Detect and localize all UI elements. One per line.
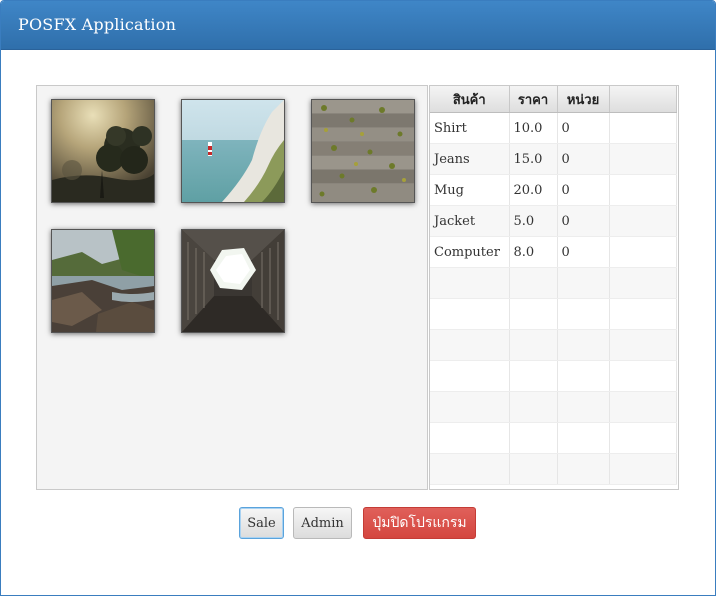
cell-unit	[557, 422, 610, 454]
cell-price: 20.0	[509, 174, 558, 206]
cell-product: Jacket	[430, 205, 510, 237]
fog-tree-image	[52, 100, 154, 202]
cell-filler	[609, 391, 677, 423]
table-row[interactable]	[430, 329, 677, 361]
cell-price: 5.0	[509, 205, 558, 237]
cell-price	[509, 453, 558, 485]
cell-product	[430, 298, 510, 330]
column-header-product[interactable]: สินค้า	[430, 86, 510, 113]
product-image-wooden-deck[interactable]	[311, 99, 415, 203]
table-row[interactable]: Mug 20.0 0	[430, 174, 677, 206]
cell-product	[430, 453, 510, 485]
cell-filler	[609, 205, 677, 237]
table-row[interactable]	[430, 391, 677, 423]
table-row[interactable]: Shirt 10.0 0	[430, 112, 677, 144]
cell-product	[430, 267, 510, 299]
product-image-fog-tree[interactable]	[51, 99, 155, 203]
table-row[interactable]	[430, 360, 677, 392]
product-gallery	[36, 85, 428, 490]
column-header-unit[interactable]: หน่วย	[557, 86, 610, 113]
product-image-river-rocks[interactable]	[51, 229, 155, 333]
cell-unit: 0	[557, 236, 610, 268]
cell-unit	[557, 329, 610, 361]
cell-unit: 0	[557, 205, 610, 237]
table-row[interactable]	[430, 267, 677, 299]
river-rocks-image	[52, 230, 154, 332]
cell-price: 8.0	[509, 236, 558, 268]
cell-filler	[609, 422, 677, 454]
product-image-skylight[interactable]	[181, 229, 285, 333]
sale-button[interactable]: Sale	[239, 507, 284, 539]
cell-product: Shirt	[430, 112, 510, 144]
admin-button[interactable]: Admin	[293, 507, 352, 539]
building-skylight-image	[182, 230, 284, 332]
cell-filler	[609, 143, 677, 175]
column-header-price[interactable]: ราคา	[509, 86, 558, 113]
cell-filler	[609, 112, 677, 144]
cell-unit	[557, 298, 610, 330]
cell-unit: 0	[557, 143, 610, 175]
cell-unit: 0	[557, 112, 610, 144]
cell-filler	[609, 298, 677, 330]
cell-unit	[557, 391, 610, 423]
cell-product: Jeans	[430, 143, 510, 175]
cell-product	[430, 391, 510, 423]
exit-program-button[interactable]: ปุ่มปิดโปรแกรม	[363, 507, 476, 539]
cell-product: Mug	[430, 174, 510, 206]
main-content: สินค้า ราคา หน่วย Shirt 10.0 0 Jeans 15.…	[36, 85, 679, 490]
cell-filler	[609, 267, 677, 299]
table-row[interactable]	[430, 453, 677, 485]
wooden-deck-image	[312, 100, 414, 202]
order-table[interactable]: สินค้า ราคา หน่วย Shirt 10.0 0 Jeans 15.…	[429, 85, 679, 490]
cell-product	[430, 329, 510, 361]
cell-price: 15.0	[509, 143, 558, 175]
cell-price	[509, 329, 558, 361]
cell-price	[509, 267, 558, 299]
cell-filler	[609, 360, 677, 392]
cell-filler	[609, 174, 677, 206]
cell-unit: 0	[557, 174, 610, 206]
app-window: POSFX Application สินค้า ราคา หน่วย Shir…	[0, 0, 716, 596]
lighthouse-image	[182, 100, 284, 202]
cell-filler	[609, 329, 677, 361]
table-row[interactable]	[430, 422, 677, 454]
action-bar: Sale Admin ปุ่มปิดโปรแกรม	[1, 507, 715, 543]
cell-price	[509, 298, 558, 330]
cell-price	[509, 360, 558, 392]
cell-price: 10.0	[509, 112, 558, 144]
cell-price	[509, 422, 558, 454]
column-header-filler	[609, 86, 677, 113]
cell-product	[430, 422, 510, 454]
table-row[interactable]: Jacket 5.0 0	[430, 205, 677, 237]
cell-price	[509, 391, 558, 423]
cell-unit	[557, 360, 610, 392]
table-row[interactable]: Computer 8.0 0	[430, 236, 677, 268]
cell-unit	[557, 453, 610, 485]
cell-product: Computer	[430, 236, 510, 268]
cell-product	[430, 360, 510, 392]
title-bar[interactable]: POSFX Application	[1, 1, 715, 50]
product-image-lighthouse[interactable]	[181, 99, 285, 203]
table-row[interactable]	[430, 298, 677, 330]
table-row[interactable]: Jeans 15.0 0	[430, 143, 677, 175]
cell-filler	[609, 453, 677, 485]
cell-filler	[609, 236, 677, 268]
window-title: POSFX Application	[18, 15, 177, 34]
cell-unit	[557, 267, 610, 299]
